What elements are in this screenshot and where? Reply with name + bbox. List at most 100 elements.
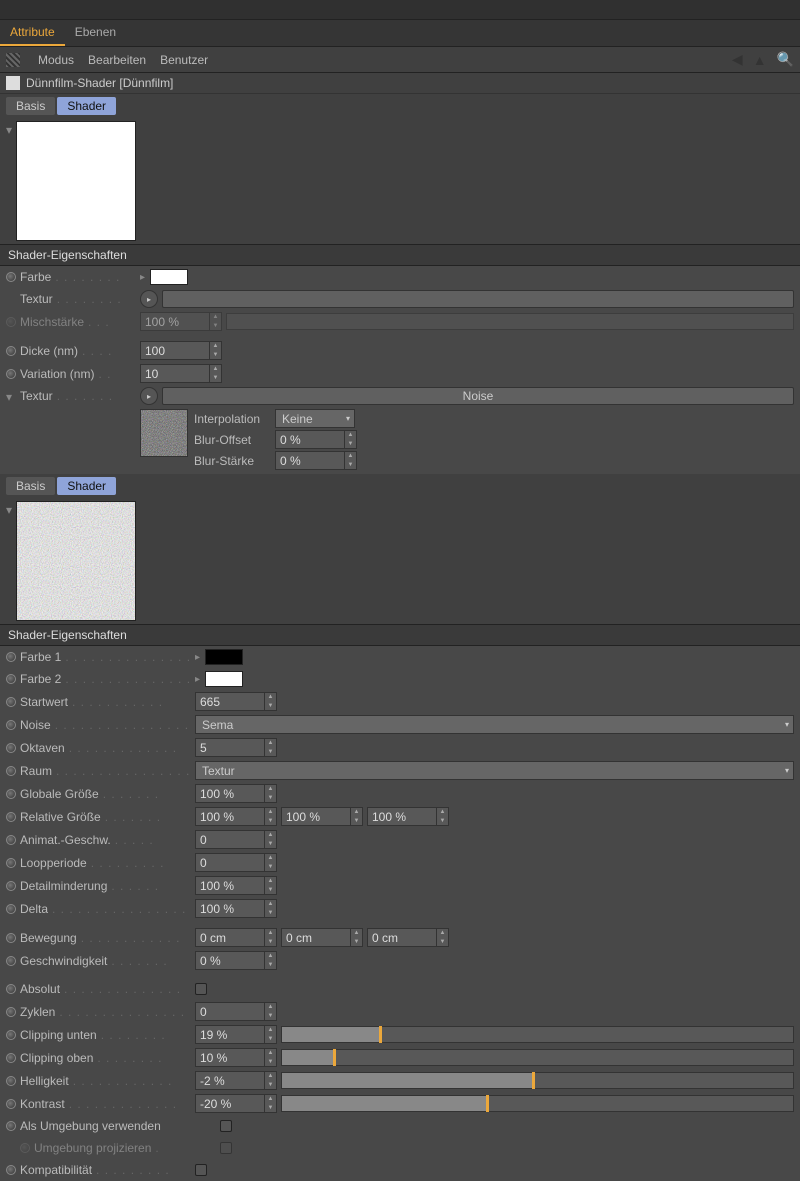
kontrast-field[interactable]: ▲▼ bbox=[195, 1094, 277, 1113]
stepper-up-icon[interactable]: ▲ bbox=[210, 342, 221, 351]
subtabs-2: Basis Shader bbox=[0, 474, 800, 498]
geschw-field[interactable]: ▲▼ bbox=[195, 951, 277, 970]
bewegung-x[interactable]: ▲▼ bbox=[195, 928, 277, 947]
param-chip[interactable] bbox=[6, 1165, 16, 1175]
label-zyklen: Zyklen bbox=[20, 1005, 55, 1019]
absolut-checkbox[interactable] bbox=[195, 983, 207, 995]
shader-preview-white[interactable] bbox=[16, 121, 136, 241]
param-chip[interactable] bbox=[6, 1030, 16, 1040]
menu-bearbeiten[interactable]: Bearbeiten bbox=[88, 53, 146, 67]
texture-slot-1[interactable] bbox=[162, 290, 794, 308]
texture-thumbnail[interactable] bbox=[140, 409, 188, 457]
subtab-basis-1[interactable]: Basis bbox=[6, 97, 55, 115]
label-farbe: Farbe bbox=[20, 270, 51, 284]
loop-field[interactable]: ▲▼ bbox=[195, 853, 277, 872]
stepper-down-icon[interactable]: ▼ bbox=[210, 351, 221, 360]
clip-o-slider[interactable] bbox=[281, 1049, 794, 1066]
clip-u-slider[interactable] bbox=[281, 1026, 794, 1043]
collapse-caret[interactable]: ▾ bbox=[6, 388, 16, 404]
clip-u-field[interactable]: ▲▼ bbox=[195, 1025, 277, 1044]
tab-ebenen[interactable]: Ebenen bbox=[65, 20, 126, 46]
search-icon[interactable]: 🔍 bbox=[777, 51, 794, 68]
param-chip[interactable] bbox=[6, 346, 16, 356]
delta-field[interactable]: ▲▼ bbox=[195, 899, 277, 918]
param-chip[interactable] bbox=[6, 674, 16, 684]
dicke-field[interactable]: ▲▼ bbox=[140, 341, 222, 360]
subtab-basis-2[interactable]: Basis bbox=[6, 477, 55, 495]
collapse-caret[interactable]: ▾ bbox=[6, 501, 16, 621]
texture-picker-button[interactable]: ▸ bbox=[140, 290, 158, 308]
grid-icon[interactable] bbox=[6, 53, 20, 67]
rel-groesse-x[interactable]: ▲▼ bbox=[195, 807, 277, 826]
param-chip[interactable] bbox=[6, 1076, 16, 1086]
param-chip[interactable] bbox=[6, 789, 16, 799]
menu-benutzer[interactable]: Benutzer bbox=[160, 53, 208, 67]
bewegung-y[interactable]: ▲▼ bbox=[281, 928, 363, 947]
param-chip[interactable] bbox=[6, 1053, 16, 1063]
param-chip[interactable] bbox=[6, 720, 16, 730]
als-umgebung-checkbox[interactable] bbox=[220, 1120, 232, 1132]
param-chip[interactable] bbox=[6, 766, 16, 776]
raum-dropdown[interactable]: Textur bbox=[195, 761, 794, 780]
param-chip[interactable] bbox=[6, 743, 16, 753]
oktaven-field[interactable]: ▲▼ bbox=[195, 738, 277, 757]
blur-staerke-field[interactable]: ▲▼ bbox=[275, 451, 357, 470]
param-chip[interactable] bbox=[6, 933, 16, 943]
texture-slot-noise[interactable]: Noise bbox=[162, 387, 794, 405]
param-chip[interactable] bbox=[6, 984, 16, 994]
kontrast-slider[interactable] bbox=[281, 1095, 794, 1112]
param-chip[interactable] bbox=[6, 1121, 16, 1131]
param-chip[interactable] bbox=[6, 858, 16, 868]
param-chip[interactable] bbox=[6, 904, 16, 914]
param-chip[interactable] bbox=[6, 1007, 16, 1017]
texture-picker-button-2[interactable]: ▸ bbox=[140, 387, 158, 405]
subtab-shader-1[interactable]: Shader bbox=[57, 97, 116, 115]
label-als-umgebung: Als Umgebung verwenden bbox=[20, 1119, 161, 1133]
color-swatch-farbe[interactable] bbox=[150, 269, 188, 285]
anim-geschw-field[interactable]: ▲▼ bbox=[195, 830, 277, 849]
shader-preview-noise[interactable] bbox=[16, 501, 136, 621]
bewegung-z[interactable]: ▲▼ bbox=[367, 928, 449, 947]
zyklen-field[interactable]: ▲▼ bbox=[195, 1002, 277, 1021]
label-clip-unten: Clipping unten bbox=[20, 1028, 97, 1042]
label-globale-groesse: Globale Größe bbox=[20, 787, 99, 801]
label-bewegung: Bewegung bbox=[20, 931, 77, 945]
label-loopperiode: Loopperiode bbox=[20, 856, 87, 870]
param-chip[interactable] bbox=[6, 1099, 16, 1109]
startwert-field[interactable]: ▲▼ bbox=[195, 692, 277, 711]
menu-modus[interactable]: Modus bbox=[38, 53, 74, 67]
mischstaerke-slider bbox=[226, 313, 794, 330]
param-chip[interactable] bbox=[6, 697, 16, 707]
kompat-checkbox[interactable] bbox=[195, 1164, 207, 1176]
param-chip[interactable] bbox=[6, 369, 16, 379]
detail-field[interactable]: ▲▼ bbox=[195, 876, 277, 895]
nav-back-icon[interactable]: ◀ bbox=[732, 51, 743, 68]
interpolation-dropdown[interactable]: Keine bbox=[275, 409, 355, 428]
label-kompat: Kompatibilität bbox=[20, 1163, 92, 1177]
clip-o-field[interactable]: ▲▼ bbox=[195, 1048, 277, 1067]
param-chip[interactable] bbox=[6, 956, 16, 966]
variation-field[interactable]: ▲▼ bbox=[140, 364, 222, 383]
noise-dropdown[interactable]: Sema bbox=[195, 715, 794, 734]
color-swatch-farbe2[interactable] bbox=[205, 671, 243, 687]
rel-groesse-z[interactable]: ▲▼ bbox=[367, 807, 449, 826]
param-chip[interactable] bbox=[6, 881, 16, 891]
nav-up-icon[interactable]: ▲ bbox=[753, 52, 767, 68]
globale-groesse-field[interactable]: ▲▼ bbox=[195, 784, 277, 803]
collapse-caret[interactable]: ▾ bbox=[6, 121, 16, 241]
blur-offset-field[interactable]: ▲▼ bbox=[275, 430, 357, 449]
rel-groesse-y[interactable]: ▲▼ bbox=[281, 807, 363, 826]
color-swatch-farbe1[interactable] bbox=[205, 649, 243, 665]
hell-slider[interactable] bbox=[281, 1072, 794, 1089]
param-chip[interactable] bbox=[6, 652, 16, 662]
expand-icon[interactable]: ▸ bbox=[140, 272, 146, 283]
expand-icon[interactable]: ▸ bbox=[195, 652, 201, 663]
expand-icon[interactable]: ▸ bbox=[195, 674, 201, 685]
tab-attribute[interactable]: Attribute bbox=[0, 20, 65, 46]
subtab-shader-2[interactable]: Shader bbox=[57, 477, 116, 495]
param-chip[interactable] bbox=[6, 812, 16, 822]
param-chip[interactable] bbox=[6, 835, 16, 845]
param-chip[interactable] bbox=[6, 272, 16, 282]
hell-field[interactable]: ▲▼ bbox=[195, 1071, 277, 1090]
param-chip bbox=[6, 317, 16, 327]
